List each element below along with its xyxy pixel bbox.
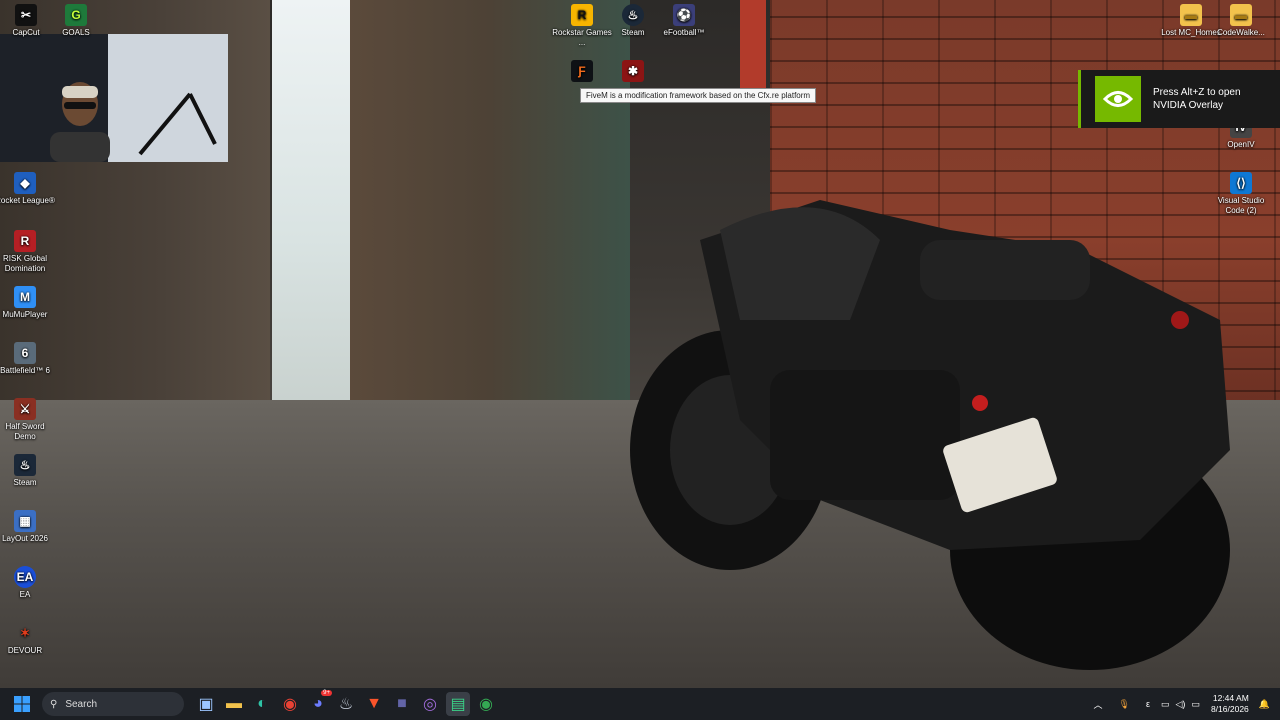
tor-icon: ◎ [423,696,437,713]
redm-icon: ✱ [622,60,644,82]
clock-date: 8/16/2026 [1210,704,1249,714]
fivem-icon: Ƒ [571,60,593,82]
desktop-icon-label: Half Sword Demo [5,422,45,441]
desktop-icon-label: EA [19,590,31,599]
system-tray: ︿ 🎙 ε ▭ ◁) ▭ 12:44 AM 8/16/2026 🔔 [1086,688,1280,720]
network-icon[interactable]: ▭ [1161,699,1170,710]
desktop-icon-ea[interactable]: EA EA [0,566,55,600]
desktop-icon-label: Rocket League® [0,196,55,205]
half-sword-icon: ⚔ [14,398,36,420]
desktop-icon-risk[interactable]: R RISK Global Domination [0,230,55,274]
desktop-icon-label: Steam [13,478,37,487]
discord-button[interactable]: ◕ 9+ [306,690,332,716]
desktop-icon-mumuplayer[interactable]: M MuMuPlayer [0,286,55,320]
nvidia-logo-icon [1095,76,1141,122]
desktop-icon-vscode[interactable]: ⟨⟩ Visual Studio Code (2) [1211,172,1271,216]
file-explorer-button[interactable]: ▬ [222,692,246,716]
microphone-arm [138,92,217,156]
desktop-icon-label: MuMuPlayer [2,310,48,319]
desktop-icon-half-sword[interactable]: ⚔ Half Sword Demo [0,398,55,442]
chrome-alt-icon: ◉ [479,696,493,713]
desktop-icon-label: CodeWalke... [1217,28,1265,37]
efootball-icon: ⚽ [673,4,695,26]
vscode-icon: ⟨⟩ [1230,172,1252,194]
discord-icon: ◕ [313,695,323,712]
desktop-icon-steam[interactable]: ♨ Steam [0,454,55,488]
rocket-league-icon: ◆ [14,172,36,194]
nvidia-overlay-toast[interactable]: Press Alt+Z to open NVIDIA Overlay [1078,70,1280,128]
steam-icon: ♨ [338,696,354,713]
fivem-tooltip: FiveM is a modification framework based … [580,88,817,103]
search-icon: ⚲ [50,698,58,710]
steam-taskbar-button[interactable]: ♨ [334,692,358,716]
steam-icon: ♨ [14,454,36,476]
taskbar-clock[interactable]: 12:44 AM 8/16/2026 [1211,693,1249,715]
input-language-indicator[interactable]: ε [1146,699,1150,709]
rockstar-icon: R [571,4,593,26]
wallpaper-red-pipe [740,0,766,90]
taskbar: ⚲ Search ▣ ▬ ◐ ◉ ◕ 9+ ♨ ▼ ■ ◎ ▤ ◉ ︿ 🎙 ε … [0,688,1280,720]
desktop-icon-codewalker[interactable]: ▬ CodeWalke... [1211,4,1271,38]
battery-icon[interactable]: ▭ [1191,699,1200,710]
task-view-button[interactable]: ▣ [194,692,218,716]
folder-icon: ▬ [1230,4,1252,26]
desktop-icon-rocket-league[interactable]: ◆ Rocket League® [0,172,55,206]
desktop-icon-label: GOALS [62,28,90,37]
chrome-alt-button[interactable]: ◉ [474,692,498,716]
risk-icon: R [14,230,36,252]
desktop-icon-layout[interactable]: ▦ LayOut 2026 [0,510,55,544]
battlefield-icon: 6 [14,342,36,364]
teams-icon: ■ [397,695,407,712]
wallpaper-motorcycle [630,200,1230,670]
edge-icon: ◐ [257,695,267,712]
windows-logo-icon [14,696,30,712]
file-explorer-icon: ▬ [226,695,242,712]
desktop-icon-devour[interactable]: ✶ DEVOUR [0,622,55,656]
task-view-icon: ▣ [198,696,214,713]
desktop-icon-redm[interactable]: ✱ [603,60,663,84]
desktop-icon-efootball[interactable]: ⚽ eFootball™ [654,4,714,38]
chrome-button[interactable]: ◉ [278,692,302,716]
ea-icon: EA [14,566,36,588]
desktop-icon-label: eFootball™ [663,28,705,37]
layout-icon: ▦ [14,510,36,532]
steam-icon: ♨ [622,4,644,26]
webcam-overlay [0,34,228,162]
goals-icon: G [65,4,87,26]
nvidia-toast-text: Press Alt+Z to open NVIDIA Overlay [1153,87,1241,111]
folder-icon: ▬ [1180,4,1202,26]
desktop-icon-battlefield[interactable]: 6 Battlefield™ 6 [0,342,55,376]
chrome-icon: ◉ [283,696,297,713]
terminal-button[interactable]: ▤ [446,692,470,716]
desktop-icon-label: DEVOUR [7,646,43,655]
edge-button[interactable]: ◐ [250,692,274,716]
desktop-icon-goals[interactable]: G GOALS [46,4,106,38]
search-placeholder: Search [65,698,98,710]
tor-button[interactable]: ◎ [418,692,442,716]
desktop-icon-label: Battlefield™ 6 [0,366,50,375]
desktop-icon-label: Visual Studio Code (2) [1217,196,1265,215]
desktop-icon-label: RISK Global Domination [2,254,48,273]
volume-icon[interactable]: ◁) [1176,699,1186,710]
terminal-icon: ▤ [450,696,466,713]
devour-icon: ✶ [19,626,31,640]
discord-badge: 9+ [321,690,332,696]
desktop-icon-label: OpenIV [1227,140,1255,149]
desktop-icon-label: LayOut 2026 [2,534,48,543]
brave-icon: ▼ [366,695,382,712]
teams-button[interactable]: ■ [390,692,414,716]
brave-button[interactable]: ▼ [362,692,386,716]
mumu-icon: M [14,286,36,308]
streamer-avatar [50,82,110,162]
clock-time: 12:44 AM [1212,693,1249,703]
notification-bell-icon[interactable]: 🔔 [1259,699,1270,710]
start-button[interactable] [10,692,34,716]
tray-overflow-chevron-icon[interactable]: ︿ [1094,698,1103,711]
capcut-icon: ✂ [15,4,37,26]
taskbar-search[interactable]: ⚲ Search [42,692,184,716]
microphone-icon[interactable]: 🎙 [1119,699,1130,710]
